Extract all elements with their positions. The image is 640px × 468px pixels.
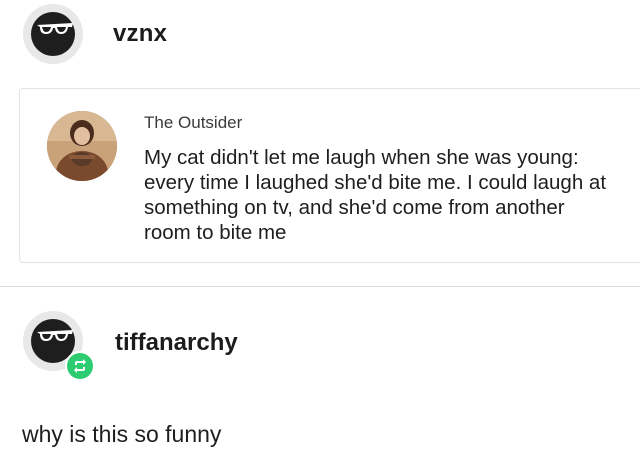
quote-card: The Outsider My cat didn't let me laugh … [19,88,640,263]
divider [0,286,640,287]
quote-author[interactable]: The Outsider [144,113,614,133]
quote-body: The Outsider My cat didn't let me laugh … [144,113,614,245]
post-username[interactable]: vznx [113,20,167,48]
reblog-comment: why is this so funny [22,421,222,447]
quote-text: My cat didn't let me laugh when she was … [144,146,607,244]
reblog-badge [65,351,95,381]
reblog-avatar[interactable] [23,311,95,381]
sunglasses-icon [31,12,75,56]
reblog-icon [67,353,93,379]
reblog-username[interactable]: tiffanarchy [115,329,238,357]
quote-author-avatar[interactable] [47,111,117,181]
reblog-header: tiffanarchy [23,307,238,381]
post-header: vznx [23,4,167,64]
avatar[interactable] [23,4,83,64]
